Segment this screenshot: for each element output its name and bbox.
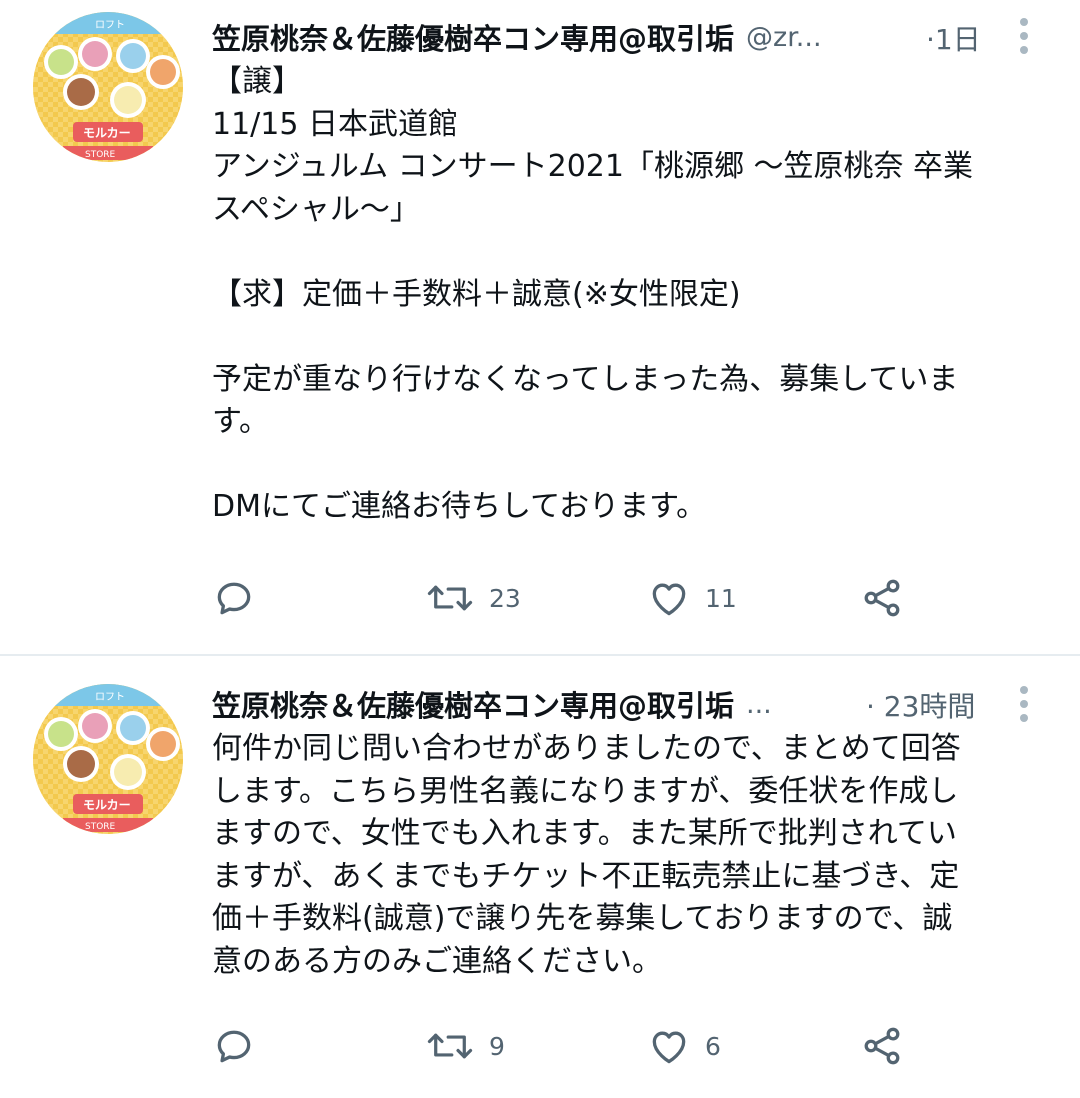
avatar[interactable]: ロフト モルカー STORE [33, 684, 183, 834]
tweet-text-line: 【求】定価＋手数料＋誠意(※女性限定) [212, 276, 741, 312]
tweet-text-line [212, 231, 1042, 274]
tweet-text-line: スペシャル〜」 [212, 191, 420, 227]
retweet-button[interactable]: 9 [425, 1021, 505, 1071]
like-icon [652, 1031, 686, 1064]
handle[interactable]: @zr... [746, 22, 822, 53]
reply-button[interactable] [212, 1021, 256, 1071]
more-icon[interactable] [1017, 684, 1031, 724]
tweet-text-line: 予定が重なり行けなくなってしまった為、募集していま [212, 361, 959, 397]
retweet-button[interactable]: 23 [425, 573, 521, 623]
avatar-text-logo: モルカー [83, 126, 131, 140]
tweet[interactable]: ロフト モルカー STORE 笠原桃奈＆佐藤優樹卒コン専用@取引垢 @zr...… [0, 0, 1080, 655]
tweet-text-line: 11/15 日本武道館 [212, 106, 458, 142]
share-button[interactable] [860, 573, 904, 623]
retweet-icon [427, 1033, 473, 1059]
avatar-text-bottom: STORE [85, 822, 116, 832]
tweet-text-line: ますので、女性でも入れます。また某所で批判されてい [212, 816, 957, 851]
tweet-text-line: 価＋手数料(誠意)で譲り先を募集しておりますので、誠 [212, 901, 953, 936]
avatar-text-bottom: STORE [85, 150, 116, 160]
reply-icon [217, 1030, 251, 1063]
like-count: 11 [705, 583, 737, 613]
avatar[interactable]: ロフト モルカー STORE [33, 12, 183, 162]
tweet-text-line: す。 [212, 404, 269, 439]
avatar-image: ロフト モルカー STORE [33, 684, 183, 834]
avatar-image: ロフト モルカー STORE [33, 12, 183, 162]
avatar-text-top: ロフト [95, 20, 125, 31]
tweet-text: 【譲】 11/15 日本武道館 アンジュルム コンサート2021「桃源郷 〜笠原… [212, 61, 1042, 529]
reply-button[interactable] [212, 573, 256, 623]
like-button[interactable]: 6 [647, 1021, 721, 1071]
tweet-text-line [212, 316, 1042, 359]
like-count: 6 [705, 1031, 721, 1061]
tweet-actions: 9 6 [212, 1021, 1032, 1071]
display-name[interactable]: 笠原桃奈＆佐藤優樹卒コン専用@取引垢 [212, 16, 734, 58]
avatar-text-logo: モルカー [83, 798, 131, 812]
like-button[interactable]: 11 [647, 573, 737, 623]
display-name[interactable]: 笠原桃奈＆佐藤優樹卒コン専用@取引垢 [212, 683, 734, 725]
tweet-text-line: アンジュルム コンサート2021「桃源郷 〜笠原桃奈 卒業 [212, 149, 974, 184]
tweet-text-line [212, 444, 1042, 487]
tweet-text-line: 何件か同じ問い合わせがありましたので、まとめて回答 [212, 731, 961, 766]
like-icon [652, 583, 686, 616]
reply-icon [217, 582, 251, 615]
handle[interactable]: ... [746, 689, 772, 720]
tweet-text-line: します。こちら男性名義になりますが、委任状を作成し [212, 773, 959, 809]
tweet-text-line: 【譲】 [212, 64, 302, 99]
timestamp[interactable]: ·1日 [926, 18, 981, 58]
avatar-text-top: ロフト [95, 692, 125, 703]
more-icon[interactable] [1017, 16, 1031, 56]
tweet-actions: 23 11 [212, 573, 1032, 623]
tweet-text-line: ますが、あくまでもチケット不正転売禁止に基づき、定 [212, 858, 960, 894]
share-button[interactable] [860, 1021, 904, 1071]
tweet-text-line: 意のある方のみご連絡ください。 [212, 943, 662, 979]
retweet-count: 23 [489, 583, 521, 613]
share-icon [864, 1027, 900, 1065]
retweet-count: 9 [489, 1031, 505, 1061]
retweet-icon [427, 585, 473, 611]
tweet-header: 笠原桃奈＆佐藤優樹卒コン専用@取引垢 @zr... [212, 14, 822, 60]
tweet-text-line: DMにてご連絡お待ちしております。 [212, 489, 707, 524]
tweet-header: 笠原桃奈＆佐藤優樹卒コン専用@取引垢 ... [212, 681, 772, 727]
tweet-text: 何件か同じ問い合わせがありましたので、まとめて回答 します。こちら男性名義になり… [212, 728, 1042, 983]
timestamp[interactable]: · 23時間 [866, 685, 975, 725]
share-icon [864, 579, 900, 617]
tweet-divider [0, 654, 1080, 656]
